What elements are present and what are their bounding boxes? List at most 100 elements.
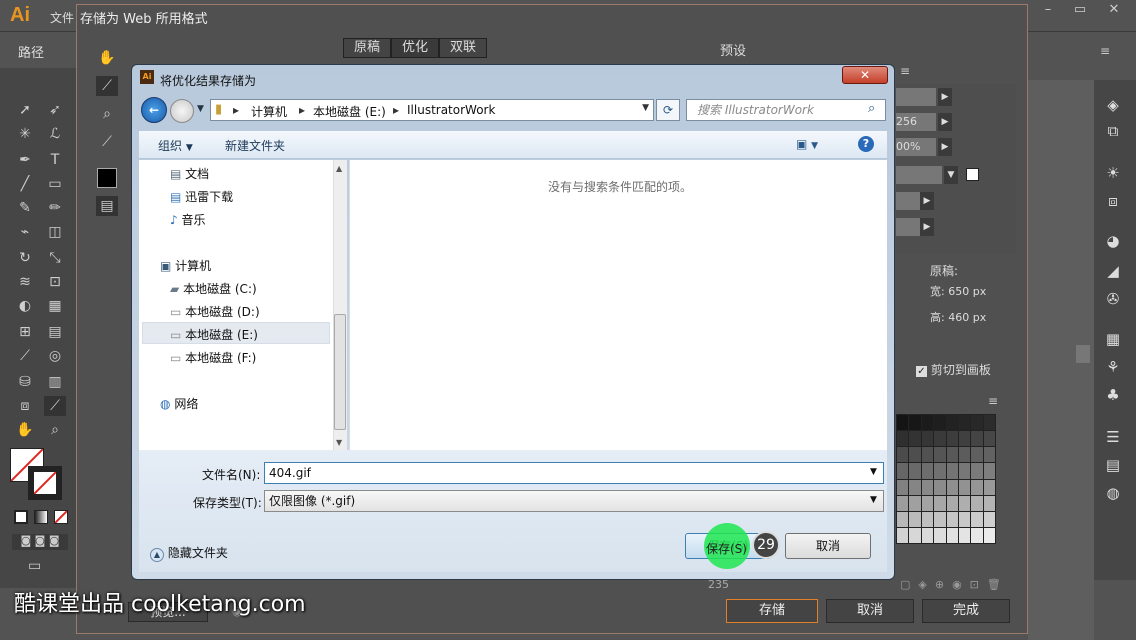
address-dropdown-icon[interactable]: ▼: [642, 103, 649, 113]
color-swatch[interactable]: [921, 511, 934, 527]
color-swatch[interactable]: [934, 415, 946, 431]
new-folder-button[interactable]: 新建文件夹: [225, 137, 285, 154]
color-swatch[interactable]: [958, 447, 971, 463]
nav-item-music[interactable]: ♪ 音乐: [170, 211, 206, 228]
dither-field[interactable]: 00%: [896, 138, 936, 156]
none-mode-icon[interactable]: [54, 510, 68, 524]
menu-file[interactable]: 文件: [50, 9, 74, 26]
close-app-button[interactable]: ✕: [1098, 0, 1130, 20]
color-swatch[interactable]: [946, 479, 958, 495]
setting-field-5[interactable]: [896, 192, 920, 210]
optimize-menu-icon[interactable]: ≡: [900, 64, 910, 78]
artboard-tool-icon[interactable]: ⧈: [14, 396, 36, 416]
help-icon[interactable]: ?: [858, 136, 874, 152]
color-swatch[interactable]: [909, 511, 921, 527]
magic-wand-tool-icon[interactable]: ✳: [14, 124, 36, 144]
color-swatch[interactable]: [921, 495, 934, 511]
color-swatch[interactable]: [909, 447, 921, 463]
color-swatch[interactable]: [958, 463, 971, 479]
selection-tool-icon[interactable]: ➚: [14, 100, 36, 120]
eraser-tool-icon[interactable]: ◫: [44, 222, 66, 242]
direct-selection-tool-icon[interactable]: ➶: [44, 100, 66, 120]
file-list[interactable]: [349, 160, 887, 450]
maximize-button[interactable]: ▭: [1064, 0, 1096, 20]
color-swatch[interactable]: [946, 447, 958, 463]
color-swatch[interactable]: [983, 495, 995, 511]
perspective-grid-tool-icon[interactable]: ▦: [44, 296, 66, 316]
color-swatch[interactable]: [958, 415, 971, 431]
view-options-icon[interactable]: ▣ ▼: [796, 137, 818, 151]
color-swatch[interactable]: [897, 415, 909, 431]
free-transform-tool-icon[interactable]: ⊡: [44, 272, 66, 292]
nav-item-drive-c[interactable]: ▰ 本地磁盘 (C:): [170, 280, 257, 297]
color-swatch[interactable]: [971, 463, 983, 479]
tab-optimized[interactable]: 优化: [391, 38, 440, 58]
sfw-cancel-button[interactable]: 取消: [826, 599, 914, 623]
symbol-sprayer-tool-icon[interactable]: ⛁: [14, 372, 36, 392]
history-dropdown-icon[interactable]: ▼: [197, 104, 204, 114]
color-swatch[interactable]: [897, 479, 909, 495]
nav-item-drive-f[interactable]: ▭ 本地磁盘 (F:): [170, 349, 256, 366]
color-swatch[interactable]: [983, 479, 995, 495]
warp-tool-icon[interactable]: ≋: [14, 272, 36, 292]
color-swatch[interactable]: [921, 415, 934, 431]
color-swatch[interactable]: [971, 447, 983, 463]
color-swatch[interactable]: [971, 431, 983, 447]
lasso-tool-icon[interactable]: ℒ: [44, 124, 66, 144]
canvas-scrollbar[interactable]: [1076, 345, 1090, 363]
eyedropper-tool-icon[interactable]: ⟋: [14, 346, 36, 366]
search-icon[interactable]: ⌕: [868, 101, 875, 116]
stroke-icon[interactable]: ☰: [1102, 428, 1124, 448]
matte-field[interactable]: [896, 166, 942, 184]
color-swatch[interactable]: [971, 415, 983, 431]
hand-tool-icon[interactable]: ✋: [14, 420, 36, 440]
color-swatch[interactable]: [897, 511, 909, 527]
hide-folders-toggle[interactable]: ▲ 隐藏文件夹: [150, 544, 228, 562]
color-swatch[interactable]: [921, 463, 934, 479]
recolor-icon[interactable]: ✇: [1102, 290, 1124, 310]
color-guide-icon[interactable]: ◢: [1102, 262, 1124, 282]
gradient-tool-icon[interactable]: ▤: [44, 322, 66, 342]
nav-item-computer[interactable]: ▣ 计算机: [160, 257, 211, 274]
filetype-dropdown-icon[interactable]: ▼: [870, 495, 877, 505]
color-swatch[interactable]: [934, 495, 946, 511]
color-swatch[interactable]: [971, 527, 983, 543]
color-swatch[interactable]: [958, 527, 971, 543]
color-swatch[interactable]: [921, 527, 934, 543]
rectangle-tool-icon[interactable]: ▭: [44, 174, 66, 194]
color-swatch[interactable]: [946, 495, 958, 511]
breadcrumb-folder[interactable]: IllustratorWork: [407, 103, 495, 117]
symbols-icon[interactable]: ♣: [1102, 386, 1124, 406]
color-icon[interactable]: ◕: [1102, 232, 1124, 252]
setting-field-1[interactable]: [896, 88, 936, 106]
color-swatch[interactable]: [934, 479, 946, 495]
swatches-icon[interactable]: ▦: [1102, 330, 1124, 350]
color-swatch[interactable]: [983, 463, 995, 479]
color-swatch[interactable]: [909, 495, 921, 511]
color-swatch[interactable]: [897, 447, 909, 463]
matte-color-swatch[interactable]: [966, 168, 979, 181]
forward-arrow-icon[interactable]: [170, 99, 194, 123]
color-table-menu-icon[interactable]: ≡: [988, 394, 998, 408]
back-arrow-icon[interactable]: ←: [141, 97, 167, 123]
dropdown-arrow-icon[interactable]: ▶: [920, 192, 934, 210]
sfw-eyedropper-tool-icon[interactable]: ⟋: [96, 132, 118, 152]
color-swatch[interactable]: [971, 479, 983, 495]
color-swatch[interactable]: [946, 511, 958, 527]
search-input[interactable]: 搜索 IllustratorWork: [686, 99, 886, 121]
sfw-hand-tool-icon[interactable]: ✋: [96, 48, 118, 68]
tab-original[interactable]: 原稿: [343, 38, 392, 58]
dropdown-arrow-icon[interactable]: ▶: [938, 138, 952, 156]
color-swatch[interactable]: [897, 527, 909, 543]
shape-builder-tool-icon[interactable]: ◐: [14, 296, 36, 316]
color-table-action-icons[interactable]: ▢◈⊕◉⊡🗑: [900, 578, 1009, 591]
clip-to-artboard-checkbox[interactable]: ✓ 剪切到画板: [916, 361, 991, 378]
transform-icon[interactable]: ⧈: [1102, 192, 1124, 212]
breadcrumb-computer[interactable]: 计算机: [251, 103, 287, 120]
setting-field-6[interactable]: [896, 218, 920, 236]
tab-2-up[interactable]: 双联: [439, 38, 488, 58]
color-swatch[interactable]: [958, 479, 971, 495]
gradient-icon[interactable]: ▤: [1102, 456, 1124, 476]
color-swatch[interactable]: [934, 447, 946, 463]
color-swatch[interactable]: [897, 495, 909, 511]
